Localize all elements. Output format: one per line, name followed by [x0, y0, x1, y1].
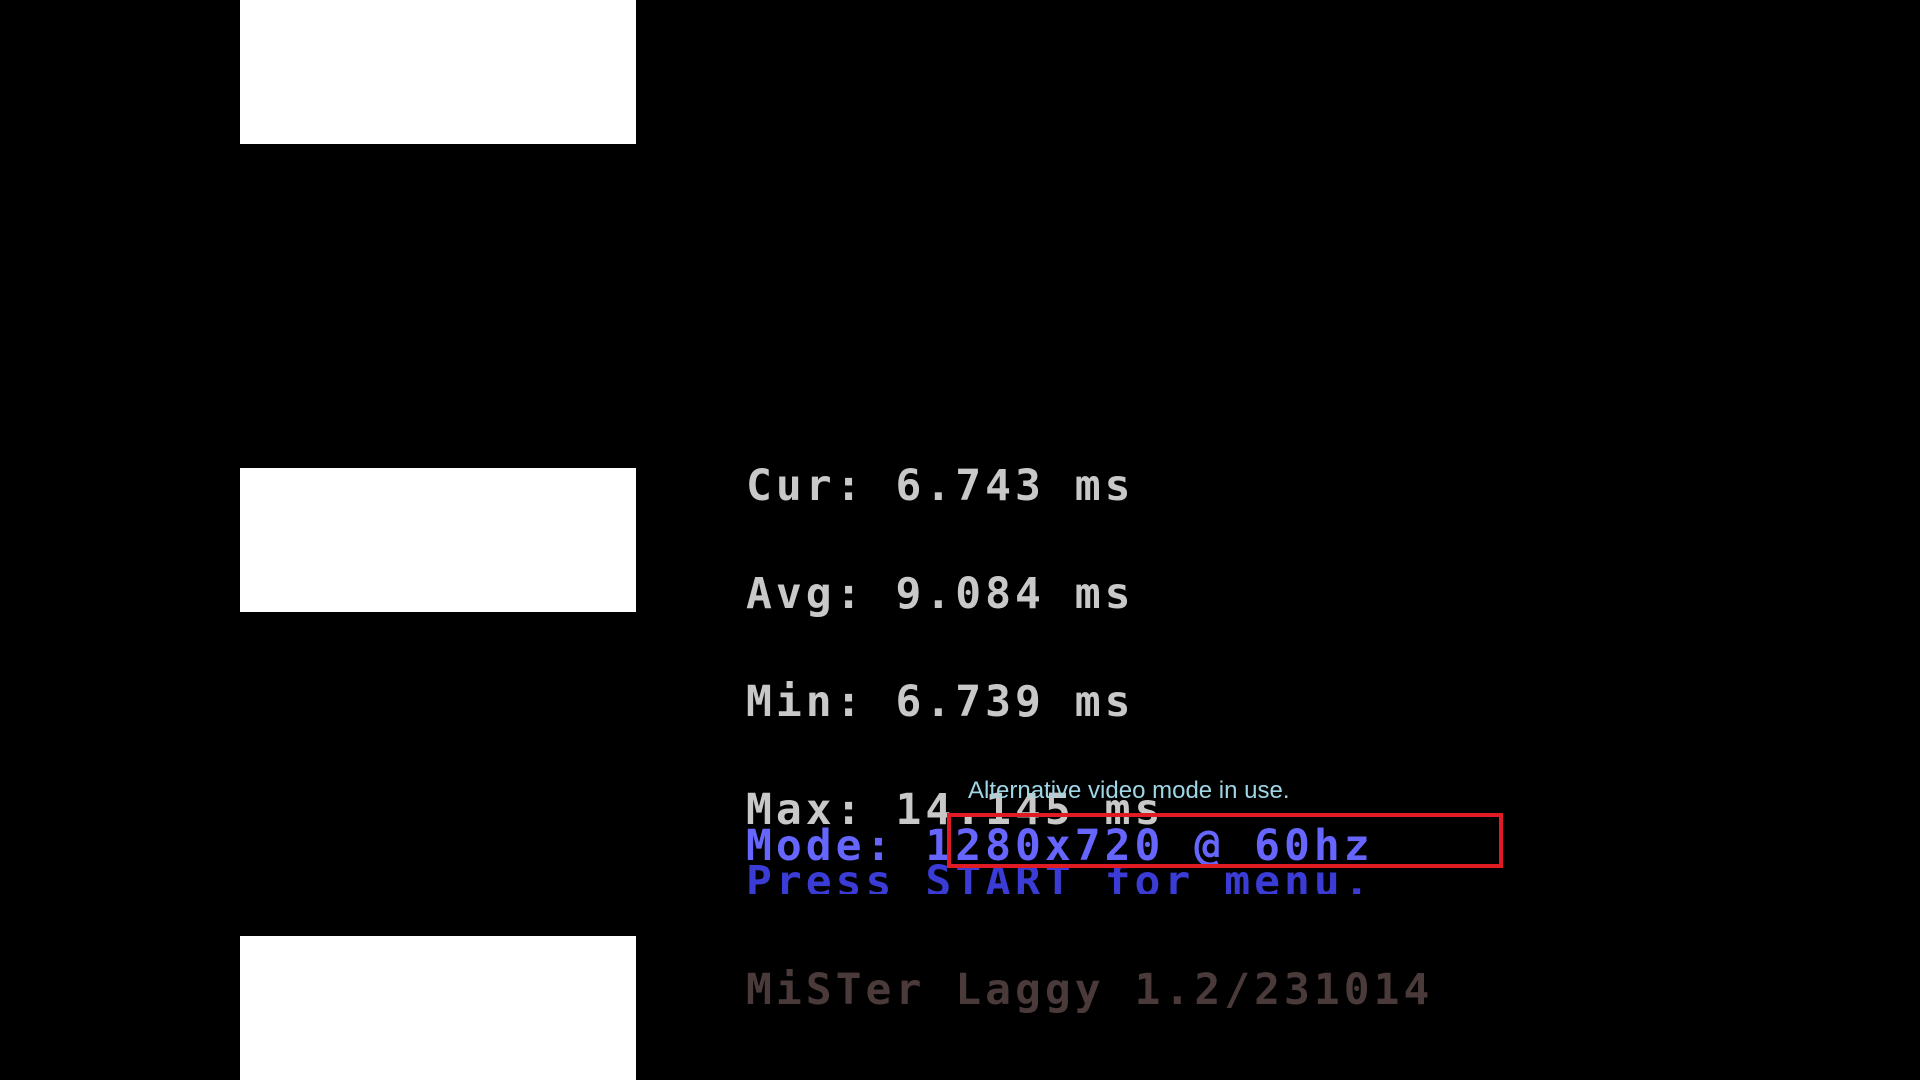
- mode-highlight-box: [947, 813, 1503, 868]
- flash-box-bottom: [240, 936, 636, 1080]
- alternative-mode-notice: Alternative video mode in use.: [968, 777, 1290, 804]
- stat-current: Cur: 6.743 ms: [746, 461, 1135, 511]
- flash-box-middle: [240, 468, 636, 612]
- stat-average: Avg: 9.084 ms: [746, 569, 1135, 619]
- laggy-screen: Cur: 6.743 ms Avg: 9.084 ms Min: 6.739 m…: [0, 0, 1920, 1080]
- menu-prompt: Press START for menu.: [746, 864, 1374, 894]
- flash-box-top: [240, 0, 636, 144]
- version-string: MiSTer Laggy 1.2/231014: [746, 965, 1434, 1015]
- stat-minimum: Min: 6.739 ms: [746, 677, 1135, 727]
